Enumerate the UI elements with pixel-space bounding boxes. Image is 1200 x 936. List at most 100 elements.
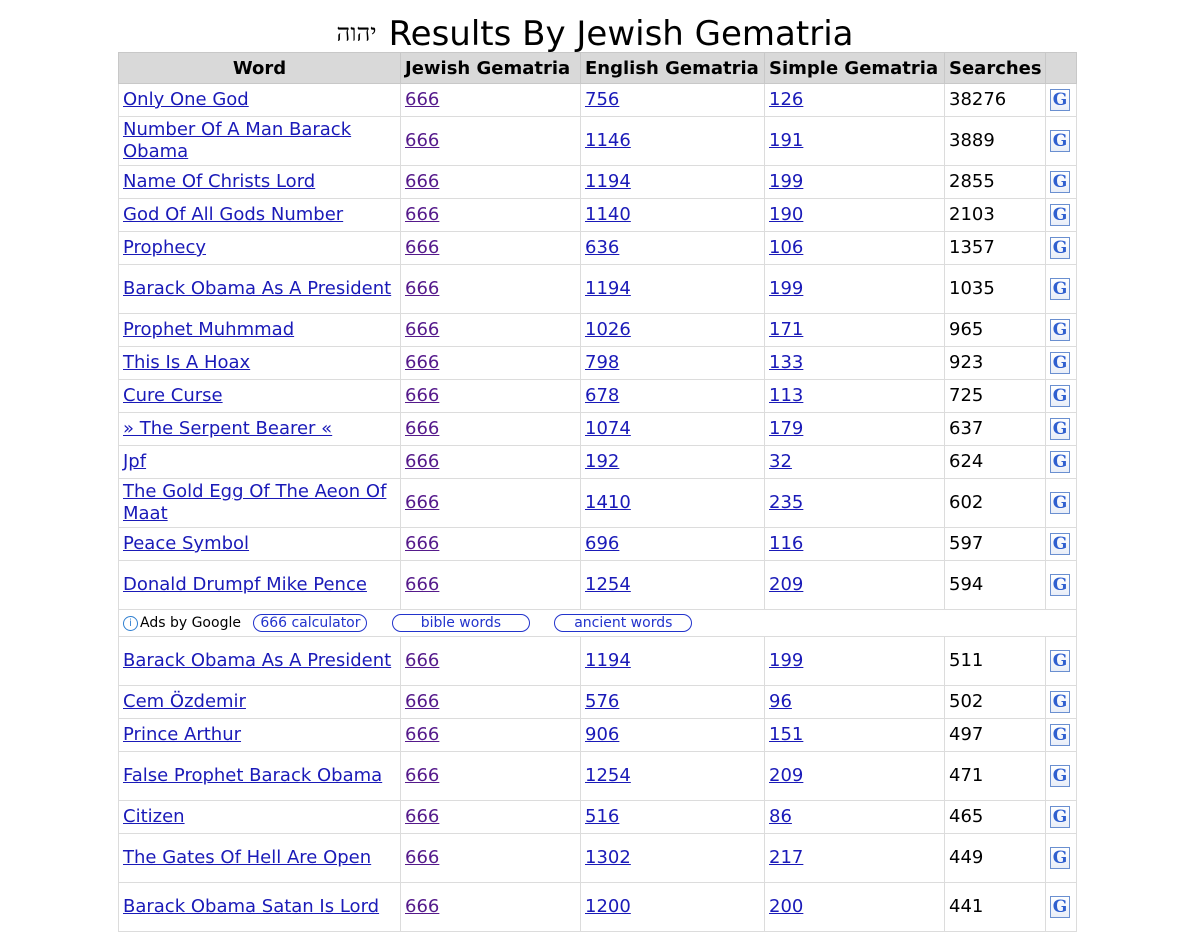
word-link[interactable]: Number Of A Man Barack Obama	[123, 119, 351, 162]
word-link[interactable]: Barack Obama As A President	[123, 278, 391, 299]
simple-gematria-link[interactable]: 199	[769, 171, 803, 192]
word-link[interactable]: Cure Curse	[123, 385, 223, 406]
english-gematria-link[interactable]: 192	[585, 451, 619, 472]
simple-gematria-link[interactable]: 199	[769, 278, 803, 299]
simple-gematria-link[interactable]: 86	[769, 806, 792, 827]
jewish-gematria-link[interactable]: 666	[405, 237, 439, 258]
jewish-gematria-link[interactable]: 666	[405, 278, 439, 299]
english-gematria-link[interactable]: 678	[585, 385, 619, 406]
col-header-word[interactable]: Word	[118, 52, 401, 84]
english-gematria-link[interactable]: 1146	[585, 130, 631, 151]
simple-gematria-link[interactable]: 113	[769, 385, 803, 406]
simple-gematria-link[interactable]: 179	[769, 418, 803, 439]
jewish-gematria-link[interactable]: 666	[405, 896, 439, 917]
english-gematria-link[interactable]: 1194	[585, 171, 631, 192]
simple-gematria-link[interactable]: 217	[769, 847, 803, 868]
simple-gematria-link[interactable]: 235	[769, 492, 803, 513]
english-gematria-link[interactable]: 636	[585, 237, 619, 258]
english-gematria-link[interactable]: 756	[585, 89, 619, 110]
ad-link-ancient-words[interactable]: ancient words	[554, 614, 693, 632]
word-link[interactable]: Only One God	[123, 89, 249, 110]
english-gematria-link[interactable]: 1194	[585, 650, 631, 671]
google-search-icon[interactable]: G	[1050, 237, 1070, 259]
jewish-gematria-link[interactable]: 666	[405, 650, 439, 671]
word-link[interactable]: The Gold Egg Of The Aeon Of Maat	[123, 481, 386, 524]
english-gematria-link[interactable]: 576	[585, 691, 619, 712]
jewish-gematria-link[interactable]: 666	[405, 574, 439, 595]
english-gematria-link[interactable]: 696	[585, 533, 619, 554]
simple-gematria-link[interactable]: 199	[769, 650, 803, 671]
jewish-gematria-link[interactable]: 666	[405, 451, 439, 472]
jewish-gematria-link[interactable]: 666	[405, 204, 439, 225]
jewish-gematria-link[interactable]: 666	[405, 418, 439, 439]
word-link[interactable]: » The Serpent Bearer «	[123, 418, 332, 439]
word-link[interactable]: Citizen	[123, 806, 185, 827]
word-link[interactable]: Prince Arthur	[123, 724, 241, 745]
simple-gematria-link[interactable]: 133	[769, 352, 803, 373]
simple-gematria-link[interactable]: 106	[769, 237, 803, 258]
ad-link-bible-words[interactable]: bible words	[391, 614, 530, 632]
word-link[interactable]: This Is A Hoax	[123, 352, 250, 373]
word-link[interactable]: Cem Özdemir	[123, 691, 246, 712]
word-link[interactable]: Jpf	[123, 451, 146, 472]
jewish-gematria-link[interactable]: 666	[405, 847, 439, 868]
jewish-gematria-link[interactable]: 666	[405, 691, 439, 712]
word-link[interactable]: The Gates Of Hell Are Open	[123, 847, 371, 868]
english-gematria-link[interactable]: 798	[585, 352, 619, 373]
simple-gematria-link[interactable]: 151	[769, 724, 803, 745]
google-search-icon[interactable]: G	[1050, 418, 1070, 440]
google-search-icon[interactable]: G	[1050, 451, 1070, 473]
col-header-english[interactable]: English Gematria	[580, 52, 765, 84]
english-gematria-link[interactable]: 1200	[585, 896, 631, 917]
jewish-gematria-link[interactable]: 666	[405, 385, 439, 406]
google-search-icon[interactable]: G	[1050, 385, 1070, 407]
google-search-icon[interactable]: G	[1050, 574, 1070, 596]
google-search-icon[interactable]: G	[1050, 806, 1070, 828]
simple-gematria-link[interactable]: 171	[769, 319, 803, 340]
google-search-icon[interactable]: G	[1050, 724, 1070, 746]
word-link[interactable]: Donald Drumpf Mike Pence	[123, 574, 367, 595]
simple-gematria-link[interactable]: 96	[769, 691, 792, 712]
english-gematria-link[interactable]: 1254	[585, 574, 631, 595]
jewish-gematria-link[interactable]: 666	[405, 492, 439, 513]
english-gematria-link[interactable]: 1254	[585, 765, 631, 786]
english-gematria-link[interactable]: 1026	[585, 319, 631, 340]
google-search-icon[interactable]: G	[1050, 352, 1070, 374]
word-link[interactable]: Barack Obama As A President	[123, 650, 391, 671]
simple-gematria-link[interactable]: 32	[769, 451, 792, 472]
english-gematria-link[interactable]: 516	[585, 806, 619, 827]
google-search-icon[interactable]: G	[1050, 130, 1070, 152]
simple-gematria-link[interactable]: 116	[769, 533, 803, 554]
english-gematria-link[interactable]: 1140	[585, 204, 631, 225]
ad-link-666-calculator[interactable]: 666 calculator	[253, 614, 368, 632]
simple-gematria-link[interactable]: 209	[769, 574, 803, 595]
col-header-jewish[interactable]: Jewish Gematria	[400, 52, 581, 84]
google-search-icon[interactable]: G	[1050, 765, 1070, 787]
word-link[interactable]: Peace Symbol	[123, 533, 249, 554]
jewish-gematria-link[interactable]: 666	[405, 806, 439, 827]
word-link[interactable]: Prophet Muhmmad	[123, 319, 294, 340]
simple-gematria-link[interactable]: 190	[769, 204, 803, 225]
google-search-icon[interactable]: G	[1050, 204, 1070, 226]
english-gematria-link[interactable]: 1194	[585, 278, 631, 299]
jewish-gematria-link[interactable]: 666	[405, 171, 439, 192]
jewish-gematria-link[interactable]: 666	[405, 533, 439, 554]
jewish-gematria-link[interactable]: 666	[405, 130, 439, 151]
english-gematria-link[interactable]: 1410	[585, 492, 631, 513]
jewish-gematria-link[interactable]: 666	[405, 765, 439, 786]
simple-gematria-link[interactable]: 200	[769, 896, 803, 917]
word-link[interactable]: Name Of Christs Lord	[123, 171, 315, 192]
english-gematria-link[interactable]: 906	[585, 724, 619, 745]
google-search-icon[interactable]: G	[1050, 89, 1070, 111]
word-link[interactable]: False Prophet Barack Obama	[123, 765, 382, 786]
google-search-icon[interactable]: G	[1050, 896, 1070, 918]
col-header-searches[interactable]: Searches	[944, 52, 1046, 84]
google-search-icon[interactable]: G	[1050, 278, 1070, 300]
simple-gematria-link[interactable]: 191	[769, 130, 803, 151]
info-icon[interactable]: i	[123, 615, 138, 631]
jewish-gematria-link[interactable]: 666	[405, 89, 439, 110]
english-gematria-link[interactable]: 1302	[585, 847, 631, 868]
google-search-icon[interactable]: G	[1050, 650, 1070, 672]
jewish-gematria-link[interactable]: 666	[405, 319, 439, 340]
simple-gematria-link[interactable]: 126	[769, 89, 803, 110]
